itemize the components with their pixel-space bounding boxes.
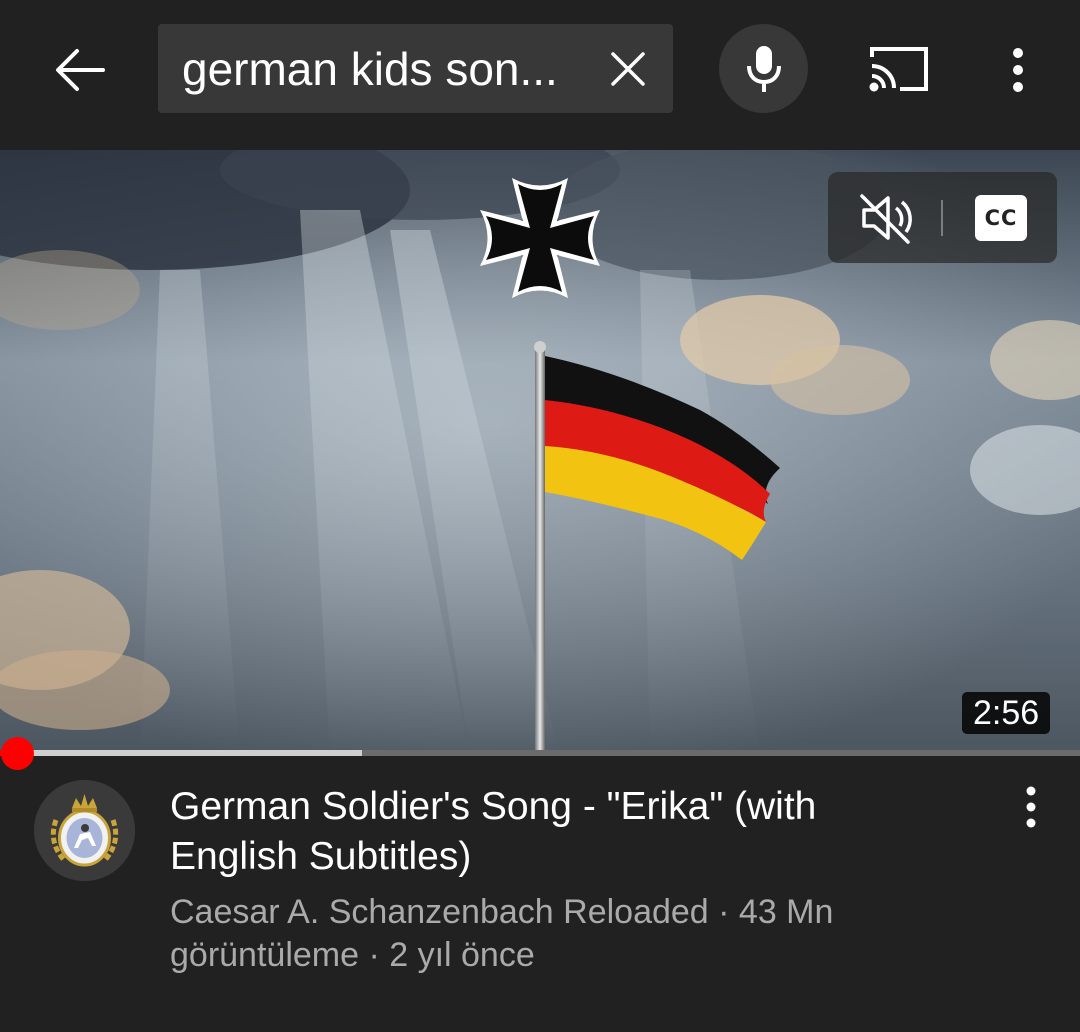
player-overlay-controls: CC (828, 172, 1057, 263)
video-metadata[interactable]: Caesar A. Schanzenbach Reloaded · 43 Mn … (170, 891, 930, 977)
cast-icon (869, 47, 928, 92)
cast-button[interactable] (866, 43, 932, 95)
volume-muted-icon (860, 194, 912, 244)
clear-search-button[interactable] (605, 46, 651, 92)
progress-bar[interactable] (0, 750, 1080, 756)
voice-search-button[interactable] (719, 24, 808, 113)
video-player[interactable]: CC 2:56 (0, 150, 1080, 756)
duration-badge: 2:56 (962, 692, 1051, 734)
channel-logo-image (34, 780, 135, 881)
search-query-text[interactable]: german kids son... (182, 42, 577, 96)
channel-avatar[interactable] (34, 780, 135, 881)
more-vertical-icon (1026, 786, 1036, 828)
closed-captions-icon: CC (984, 206, 1018, 230)
search-field[interactable]: german kids son... (158, 24, 673, 113)
progress-buffered (0, 750, 362, 756)
controls-divider (941, 200, 943, 236)
unmute-button[interactable] (856, 190, 916, 246)
more-vertical-icon (1013, 48, 1023, 92)
top-app-bar: german kids son... (0, 0, 1080, 150)
progress-scrubber-handle[interactable] (1, 737, 34, 770)
captions-button[interactable]: CC (975, 195, 1027, 241)
back-button[interactable] (50, 40, 110, 100)
back-arrow-icon (56, 49, 105, 91)
more-options-button[interactable] (995, 40, 1041, 100)
microphone-icon (746, 45, 781, 92)
close-icon (611, 52, 645, 86)
video-more-options-button[interactable] (1008, 780, 1054, 834)
video-title[interactable]: German Soldier's Song - "Erika" (with En… (170, 782, 890, 882)
